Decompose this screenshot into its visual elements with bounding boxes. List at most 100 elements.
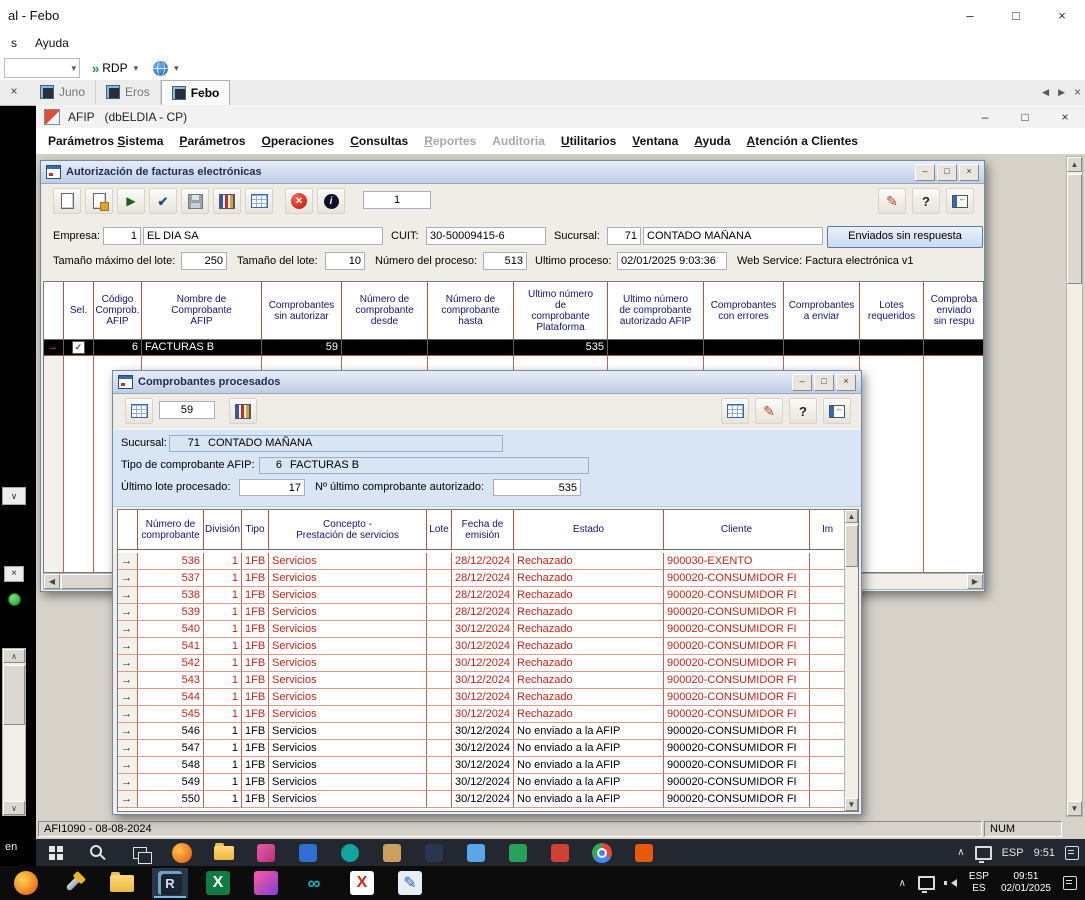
menu-item-consultas[interactable]: Consultas [342,128,416,154]
table-row[interactable]: →✓6FACTURAS B59535 [44,340,983,356]
menu-item-reportes[interactable]: Reportes [416,128,484,154]
minimize-button[interactable]: – [792,374,812,391]
close-button[interactable]: × [1039,0,1085,30]
menu-item-atenci-n-a-clientes[interactable]: Atención a Clientes [739,128,866,154]
media-app-taskbar-button[interactable]: X [344,868,380,898]
tab-scroll-right-icon[interactable]: ▶ [1058,87,1065,98]
tab-eros[interactable]: Eros [96,80,161,104]
scrollbar-thumb[interactable] [1067,174,1082,284]
maximize-button[interactable]: □ [937,164,957,181]
design-app-taskbar-button[interactable] [248,868,284,898]
scroll-down-icon[interactable]: ▼ [845,798,858,811]
maximize-button[interactable]: □ [1005,105,1045,128]
scroll-down-icon[interactable]: ∨ [3,801,25,815]
panel-close-button[interactable]: × [4,566,24,582]
signature-icon[interactable]: ✎ [878,188,906,214]
scroll-down-icon[interactable]: ▼ [1067,801,1082,816]
app-red-icon[interactable] [546,841,574,865]
maximize-button[interactable]: □ [814,374,834,391]
menu-item-auditoria[interactable]: Auditoria [484,128,553,154]
table-row[interactable]: →54411FBServicios30/12/2024Rechazado9000… [118,689,858,706]
tab-juno[interactable]: Juno [30,80,96,104]
table-row[interactable]: →54611FBServicios30/12/2024No enviado a … [118,723,858,740]
remote-clock[interactable]: 9:51 [1034,847,1055,859]
table-row[interactable]: →54111FBServicios30/12/2024Rechazado9000… [118,638,858,655]
volume-tray-icon[interactable] [947,879,957,887]
scroll-right-icon[interactable]: ▶ [967,574,983,589]
processed-counter-field[interactable] [159,401,215,419]
minimize-button[interactable]: – [965,105,1005,128]
table-row[interactable]: →54811FBServicios30/12/2024No enviado a … [118,757,858,774]
sucursal-name-field[interactable] [643,227,823,245]
maximize-button[interactable]: □ [993,0,1039,30]
app-teal-icon[interactable] [336,841,364,865]
minimize-button[interactable]: – [947,0,993,30]
empresa-name-field[interactable] [143,227,383,245]
rdp-protocol-button[interactable]: » RDP ▾ [92,61,141,76]
tam-lote-field[interactable] [325,252,365,270]
table-row[interactable]: →53811FBServicios28/12/2024Rechazado9000… [118,587,858,604]
mdi-vertical-scrollbar[interactable]: ▲ ▼ [1066,156,1083,817]
scroll-left-icon[interactable]: ◀ [44,574,60,589]
table-row[interactable]: →55011FBServicios30/12/2024No enviado a … [118,791,858,808]
run-icon[interactable]: ▶ [117,188,145,214]
close-button[interactable]: × [836,374,856,391]
menu-item-s[interactable]: s [2,30,26,56]
table-row[interactable]: →53911FBServicios28/12/2024Rechazado9000… [118,604,858,621]
export-grid-icon[interactable] [245,188,273,214]
language-indicator[interactable]: ESP ES [969,871,989,895]
table-row[interactable]: →54311FBServicios30/12/2024Rechazado9000… [118,672,858,689]
scroll-up-icon[interactable]: ∧ [3,649,25,663]
table-row[interactable]: →54711FBServicios30/12/2024No enviado a … [118,740,858,757]
ledger-icon[interactable] [229,398,257,424]
mremoteng-taskbar-button[interactable]: R [152,868,188,898]
notification-center-icon[interactable] [1063,876,1077,890]
pen-app-taskbar-button[interactable]: ✎ [392,868,428,898]
panel-expand-button[interactable]: ∨ [2,487,26,505]
app-tan-icon[interactable] [378,841,406,865]
save-icon[interactable] [181,188,209,214]
menu-item-ayuda[interactable]: Ayuda [26,30,78,56]
table-row[interactable]: →54511FBServicios30/12/2024Rechazado9000… [118,706,858,723]
search-icon[interactable] [84,841,112,865]
table-row[interactable]: →54211FBServicios30/12/2024Rechazado9000… [118,655,858,672]
devtools-taskbar-button[interactable] [56,868,92,898]
app-lightblue-icon[interactable] [462,841,490,865]
start-icon[interactable] [42,841,70,865]
menu-item-ventana[interactable]: Ventana [624,128,686,154]
close-button[interactable]: × [1045,105,1085,128]
cuit-field[interactable] [426,227,546,245]
app-pink-icon[interactable] [252,841,280,865]
network-tray-icon[interactable] [918,876,935,890]
exit-panel-icon[interactable] [823,398,851,424]
new-document-icon[interactable] [53,188,81,214]
num-proceso-field[interactable] [483,252,527,270]
exit-panel-icon[interactable] [946,188,974,214]
menu-item-par-metros-sistema[interactable]: Parámetros Sistema [40,128,171,154]
info-icon[interactable]: i [317,188,345,214]
ledger-icon[interactable] [213,188,241,214]
cancel-icon[interactable]: × [285,188,313,214]
close-button[interactable]: × [959,164,979,181]
external-tool-button[interactable]: ▾ [153,61,182,76]
menu-item-utilitarios[interactable]: Utilitarios [553,128,624,154]
help-icon[interactable]: ? [789,398,817,424]
export-grid-icon[interactable] [125,398,153,424]
tab-febo[interactable]: Febo [161,80,231,105]
scroll-up-icon[interactable]: ▲ [845,510,858,523]
chevron-up-icon[interactable]: ∧ [899,878,906,889]
firefox-taskbar-button[interactable] [8,868,44,898]
panel-scrollbar[interactable]: ∧ ∨ [2,648,26,816]
file-explorer-icon[interactable] [210,841,238,865]
table-row[interactable]: →53711FBServicios28/12/2024Rechazado9000… [118,570,858,587]
menu-item-par-metros[interactable]: Parámetros [171,128,253,154]
minimize-button[interactable]: – [915,164,935,181]
enviados-sin-respuesta-button[interactable]: Enviados sin respuesta [827,226,983,248]
ultimo-proceso-field[interactable] [617,252,727,270]
tam-max-field[interactable] [181,252,227,270]
tab-scroll-left-icon[interactable]: ◀ [1042,87,1049,98]
sucursal-code-field[interactable] [607,227,641,245]
scroll-up-icon[interactable]: ▲ [1067,157,1082,172]
chrome-icon[interactable] [588,841,616,865]
properties-icon[interactable] [85,188,113,214]
